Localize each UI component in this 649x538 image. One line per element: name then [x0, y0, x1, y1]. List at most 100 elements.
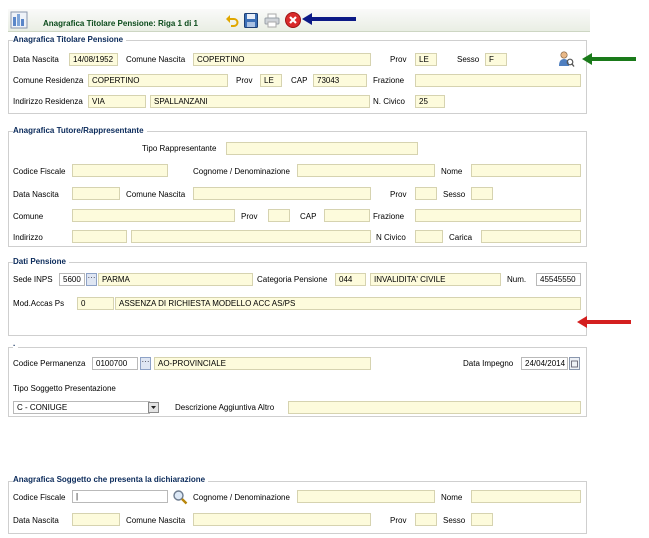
prov-field[interactable]: LE	[415, 53, 437, 66]
chevron-down-icon[interactable]	[148, 402, 159, 413]
sesso-label: Sesso	[457, 55, 480, 64]
tipo-rappresentante-field[interactable]	[226, 142, 418, 155]
section-permanenza-title: .	[13, 339, 19, 349]
prov-residenza-field[interactable]: LE	[260, 74, 282, 87]
soggetto-cognome-label: Cognome / Denominazione	[193, 493, 290, 502]
search-icon[interactable]	[172, 489, 188, 505]
tutore-prov-label: Prov	[390, 190, 407, 199]
calendar-icon[interactable]	[569, 357, 580, 370]
tutore-nome-label: Nome	[441, 167, 463, 176]
tutore-prov2-label: Prov	[241, 212, 258, 221]
tutore-indirizzo-tipo-field[interactable]	[72, 230, 127, 243]
tutore-comune-nascita-field[interactable]	[193, 187, 371, 200]
sede-inps-label: Sede INPS	[13, 275, 53, 284]
tipo-soggetto-label: Tipo Soggetto Presentazione	[13, 384, 116, 393]
data-impegno-label: Data Impegno	[463, 359, 514, 368]
data-nascita-field[interactable]: 14/08/1952	[69, 53, 118, 66]
tutore-frazione-label: Frazione	[373, 212, 405, 221]
tutore-sesso-field[interactable]	[471, 187, 493, 200]
tutore-comune-label: Comune	[13, 212, 44, 221]
categoria-name-field[interactable]: INVALIDITA' CIVILE	[370, 273, 501, 286]
tipo-soggetto-select[interactable]: C - CONIUGE	[13, 401, 150, 414]
soggetto-cf-label: Codice Fiscale	[13, 493, 66, 502]
tutore-cf-label: Codice Fiscale	[13, 167, 66, 176]
codice-permanenza-field[interactable]: 0100700	[92, 357, 138, 370]
comune-nascita-field[interactable]: COPERTINO	[193, 53, 371, 66]
sede-inps-name-field[interactable]: PARMA	[98, 273, 253, 286]
tutore-frazione-field[interactable]	[415, 209, 581, 222]
codice-permanenza-lookup-button[interactable]: ···	[140, 357, 151, 370]
data-impegno-field[interactable]: 24/04/2014	[521, 357, 568, 370]
annotation-arrow-red	[577, 316, 631, 328]
cap-field[interactable]: 73043	[313, 74, 367, 87]
tutore-civico-label: N Civico	[376, 233, 406, 242]
tutore-prov2-field[interactable]	[268, 209, 290, 222]
window-icon	[10, 11, 28, 29]
civico-field[interactable]: 25	[415, 95, 445, 108]
comune-residenza-label: Comune Residenza	[13, 76, 84, 85]
num-label: Num.	[507, 275, 527, 284]
tutore-carica-field[interactable]	[481, 230, 581, 243]
tutore-comune-nascita-label: Comune Nascita	[126, 190, 186, 199]
soggetto-nome-label: Nome	[441, 493, 463, 502]
tutore-nome-field[interactable]	[471, 164, 581, 177]
comune-residenza-field[interactable]: COPERTINO	[88, 74, 228, 87]
section-tutore-title: Anagrafica Tutore/Rappresentante	[13, 126, 147, 136]
prov-residenza-label: Prov	[236, 76, 253, 85]
tutore-prov-field[interactable]	[415, 187, 437, 200]
indirizzo-nome-field[interactable]: SPALLANZANI	[150, 95, 370, 108]
mod-accas-label: Mod.Accas Ps	[13, 299, 65, 308]
soggetto-cognome-field[interactable]	[297, 490, 435, 503]
descrizione-aggiuntiva-label: Descrizione Aggiuntiva Altro	[175, 403, 275, 412]
undo-icon[interactable]	[225, 14, 239, 28]
tutore-civico-field[interactable]	[415, 230, 443, 243]
soggetto-prov-label: Prov	[390, 516, 407, 525]
prov-label: Prov	[390, 55, 407, 64]
mod-accas-code-field[interactable]: 0	[77, 297, 114, 310]
tutore-cap-label: CAP	[300, 212, 317, 221]
annotation-arrow-green	[582, 53, 636, 65]
mod-accas-desc-field[interactable]: ASSENZA DI RICHIESTA MODELLO ACC AS/PS	[115, 297, 581, 310]
tutore-cap-field[interactable]	[324, 209, 370, 222]
close-icon[interactable]	[285, 12, 301, 28]
frazione-label: Frazione	[373, 76, 405, 85]
indirizzo-tipo-field[interactable]: VIA	[88, 95, 146, 108]
print-icon[interactable]	[264, 13, 280, 28]
indirizzo-residenza-label: Indirizzo Residenza	[13, 97, 83, 106]
tutore-indirizzo-nome-field[interactable]	[131, 230, 371, 243]
codice-permanenza-label: Codice Permanenza	[13, 359, 86, 368]
codice-permanenza-desc-field[interactable]: AO-PROVINCIALE	[154, 357, 371, 370]
tutore-cognome-label: Cognome / Denominazione	[193, 167, 290, 176]
section-pensione-title: Dati Pensione	[13, 257, 69, 267]
num-field[interactable]: 45545550	[536, 273, 581, 286]
soggetto-sesso-field[interactable]	[471, 513, 493, 526]
frazione-field[interactable]	[415, 74, 581, 87]
tutore-carica-label: Carica	[449, 233, 473, 242]
categoria-code-field[interactable]: 044	[335, 273, 366, 286]
soggetto-data-nascita-label: Data Nascita	[13, 516, 59, 525]
sesso-field[interactable]: F	[485, 53, 507, 66]
soggetto-prov-field[interactable]	[415, 513, 437, 526]
soggetto-cf-field[interactable]: |	[72, 490, 168, 503]
tutore-cognome-field[interactable]	[297, 164, 435, 177]
soggetto-comune-nascita-field[interactable]	[193, 513, 371, 526]
tutore-data-nascita-field[interactable]	[72, 187, 120, 200]
cap-label: CAP	[291, 76, 308, 85]
descrizione-aggiuntiva-field[interactable]	[288, 401, 581, 414]
tutore-indirizzo-label: Indirizzo	[13, 233, 43, 242]
sede-inps-code-field[interactable]: 5600	[59, 273, 85, 286]
civico-label: N. Civico	[373, 97, 406, 106]
section-titolare-title: Anagrafica Titolare Pensione	[13, 35, 127, 45]
soggetto-nome-field[interactable]	[471, 490, 581, 503]
tutore-sesso-label: Sesso	[443, 190, 466, 199]
section-soggetto	[8, 481, 587, 534]
sede-inps-lookup-button[interactable]: ···	[86, 273, 97, 286]
tutore-data-nascita-label: Data Nascita	[13, 190, 59, 199]
person-search-icon[interactable]	[557, 50, 575, 68]
comune-nascita-label: Comune Nascita	[126, 55, 186, 64]
tutore-cf-field[interactable]	[72, 164, 168, 177]
tutore-comune-field[interactable]	[72, 209, 235, 222]
soggetto-data-nascita-field[interactable]	[72, 513, 120, 526]
categoria-pensione-label: Categoria Pensione	[257, 275, 328, 284]
save-icon[interactable]	[244, 13, 258, 28]
